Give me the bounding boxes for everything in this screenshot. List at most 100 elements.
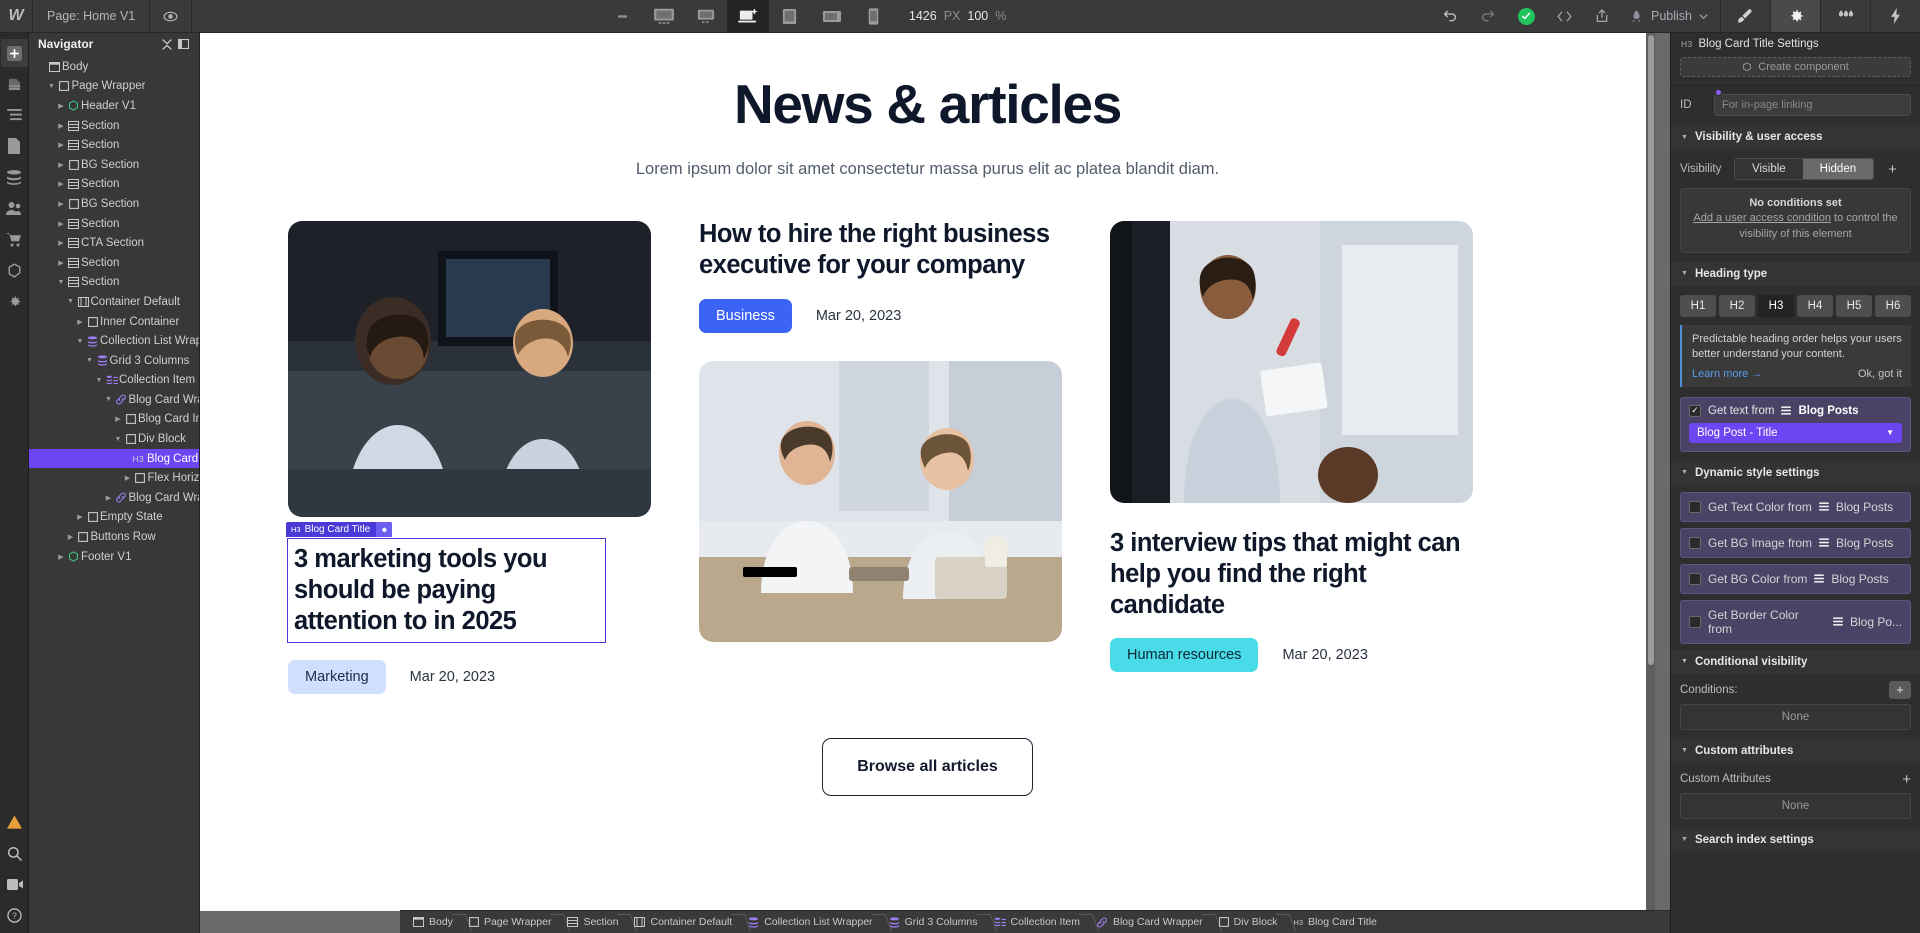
visibility-segmented-control[interactable]: Visible Hidden: [1734, 158, 1874, 180]
chevron-down-icon[interactable]: ▼: [47, 83, 57, 90]
more-vertical-icon[interactable]: [603, 0, 643, 32]
chevron-right-icon[interactable]: ▶: [56, 102, 66, 110]
add-user-access-condition-link[interactable]: Add a user access condition: [1693, 212, 1831, 224]
blog-card-category[interactable]: Business: [699, 299, 792, 333]
mobile-landscape-viewport[interactable]: [811, 0, 853, 32]
collapse-all-icon[interactable]: [158, 39, 175, 50]
chevron-right-icon[interactable]: ▶: [113, 415, 123, 423]
create-component-button[interactable]: Create component: [1680, 57, 1911, 77]
navigator-row-section[interactable]: ▶Section: [29, 214, 199, 234]
cms-button[interactable]: [1, 163, 28, 191]
page-selector[interactable]: Page: Home V1: [33, 0, 150, 32]
components-button[interactable]: [1, 256, 28, 284]
chevron-down-icon[interactable]: ▼: [66, 298, 76, 305]
heading-level-h4-button[interactable]: H4: [1797, 295, 1833, 317]
add-elements-button[interactable]: [1, 39, 28, 67]
redo-icon[interactable]: [1469, 0, 1507, 32]
navigator-tree[interactable]: Body▼Page Wrapper▶Header V1▶Section▶Sect…: [29, 55, 199, 566]
blog-card-image[interactable]: [699, 361, 1062, 642]
search-button[interactable]: [1, 839, 28, 867]
chevron-down-icon[interactable]: ▼: [56, 279, 66, 286]
laptop-viewport[interactable]: [727, 0, 769, 32]
navigator-row-flex-horizontal[interactable]: ▶Flex Horizontal: [29, 468, 199, 488]
design-canvas[interactable]: News & articles Lorem ipsum dolor sit am…: [200, 33, 1655, 911]
blog-card-1[interactable]: H3 Blog Card Title 3 marketing tools you…: [288, 221, 651, 694]
blog-card-3[interactable]: 3 interview tips that might can help you…: [1110, 221, 1473, 672]
navigator-row-page-wrapper[interactable]: ▼Page Wrapper: [29, 77, 199, 97]
navigator-row-inner-container[interactable]: ▶Inner Container: [29, 312, 199, 332]
add-custom-attribute-button[interactable]: +: [1902, 771, 1911, 788]
gear-icon[interactable]: [376, 522, 392, 537]
navigator-row-bg-section[interactable]: ▶BG Section: [29, 155, 199, 175]
chevron-right-icon[interactable]: ▶: [56, 180, 66, 188]
dynamic-style-row-get-bg-color-from[interactable]: Get BG Color fromBlog Posts: [1680, 564, 1911, 594]
learn-more-link[interactable]: Learn more →: [1692, 368, 1762, 380]
navigator-row-buttons-row[interactable]: ▶Buttons Row: [29, 527, 199, 547]
chevron-down-icon[interactable]: ▼: [94, 377, 104, 384]
canvas-scrollbar[interactable]: [1646, 33, 1655, 911]
navigator-row-collection-item[interactable]: ▼Collection Item: [29, 371, 199, 391]
mobile-portrait-viewport[interactable]: [853, 0, 895, 32]
navigator-row-blog-card-wrapper[interactable]: ▶Blog Card Wrapper: [29, 488, 199, 508]
dynamic-style-row-get-text-color-from[interactable]: Get Text Color fromBlog Posts: [1680, 492, 1911, 522]
navigator-row-body[interactable]: Body: [29, 57, 199, 77]
blog-card-title[interactable]: 3 interview tips that might can help you…: [1110, 528, 1473, 620]
navigator-row-section[interactable]: ▶Section: [29, 175, 199, 195]
share-icon[interactable]: [1583, 0, 1621, 32]
conditional-visibility-section-header[interactable]: ▼ Conditional visibility: [1671, 650, 1920, 674]
chevron-down-icon[interactable]: ▼: [85, 357, 95, 364]
heading-level-h2-button[interactable]: H2: [1719, 295, 1755, 317]
add-condition-button[interactable]: +: [1889, 681, 1911, 699]
panel-layout-icon[interactable]: [175, 39, 192, 49]
blog-card-title[interactable]: How to hire the right business executive…: [699, 219, 1062, 280]
navigator-row-footer-v1[interactable]: ▶Footer V1: [29, 547, 199, 567]
chevron-right-icon[interactable]: ▶: [123, 474, 133, 482]
visibility-hidden-option[interactable]: Hidden: [1803, 159, 1873, 179]
dynamic-style-checkbox[interactable]: [1689, 501, 1701, 513]
blog-card-category[interactable]: Marketing: [288, 660, 386, 694]
breadcrumb-item-collection-item[interactable]: Collection Item: [987, 911, 1089, 933]
blog-card-image[interactable]: [1110, 221, 1473, 503]
tablet-viewport[interactable]: [769, 0, 811, 32]
audit-button[interactable]: [1, 808, 28, 836]
dismiss-tip-button[interactable]: Ok, got it: [1858, 368, 1902, 380]
navigator-row-container-default[interactable]: ▼Container Default: [29, 292, 199, 312]
navigator-row-blog-card-image[interactable]: ▶Blog Card Image: [29, 410, 199, 430]
desktop-large-viewport[interactable]: [643, 0, 685, 32]
pages-button[interactable]: [1, 70, 28, 98]
navigator-row-section[interactable]: ▶Section: [29, 253, 199, 273]
search-index-section-header[interactable]: ▼ Search index settings: [1671, 828, 1920, 852]
blog-card-title[interactable]: 3 marketing tools you should be paying a…: [288, 539, 605, 642]
navigator-row-collection-list-wrapper[interactable]: ▼Collection List Wrapper: [29, 331, 199, 351]
interactions-panel-tab[interactable]: [1870, 0, 1920, 32]
navigator-row-section[interactable]: ▶Section: [29, 116, 199, 136]
navigator-row-cta-section[interactable]: ▶CTA Section: [29, 233, 199, 253]
blog-card-category[interactable]: Human resources: [1110, 638, 1258, 672]
undo-icon[interactable]: [1431, 0, 1469, 32]
settings-button[interactable]: [1, 287, 28, 315]
navigator-row-empty-state[interactable]: ▶Empty State: [29, 508, 199, 528]
breadcrumb-item-grid-3-columns[interactable]: Grid 3 Columns: [882, 911, 987, 933]
heading-level-h5-button[interactable]: H5: [1836, 295, 1872, 317]
chevron-right-icon[interactable]: ▶: [104, 494, 114, 502]
blog-card-image[interactable]: [288, 221, 651, 517]
dynamic-style-checkbox[interactable]: [1689, 573, 1701, 585]
heading-level-buttons[interactable]: H1H2H3H4H5H6: [1671, 286, 1920, 325]
desktop-viewport[interactable]: [685, 0, 727, 32]
breadcrumb-item-body[interactable]: Body: [406, 911, 462, 933]
chevron-right-icon[interactable]: ▶: [75, 318, 85, 326]
check-circle-icon[interactable]: [1507, 0, 1545, 32]
navigator-row-bg-section[interactable]: ▶BG Section: [29, 194, 199, 214]
navigator-row-div-block[interactable]: ▼Div Block: [29, 429, 199, 449]
chevron-down-icon[interactable]: ▼: [75, 338, 85, 345]
breadcrumb-item-section[interactable]: Section: [560, 911, 627, 933]
navigator-row-header-v1[interactable]: ▶Header V1: [29, 96, 199, 116]
users-button[interactable]: [1, 194, 28, 222]
chevron-right-icon[interactable]: ▶: [56, 141, 66, 149]
navigator-row-section[interactable]: ▶Section: [29, 135, 199, 155]
chevron-right-icon[interactable]: ▶: [56, 122, 66, 130]
code-icon[interactable]: [1545, 0, 1583, 32]
style-selector-panel-tab[interactable]: [1820, 0, 1870, 32]
heading-level-h1-button[interactable]: H1: [1680, 295, 1716, 317]
dynamic-style-section-header[interactable]: ▼ Dynamic style settings: [1671, 461, 1920, 485]
